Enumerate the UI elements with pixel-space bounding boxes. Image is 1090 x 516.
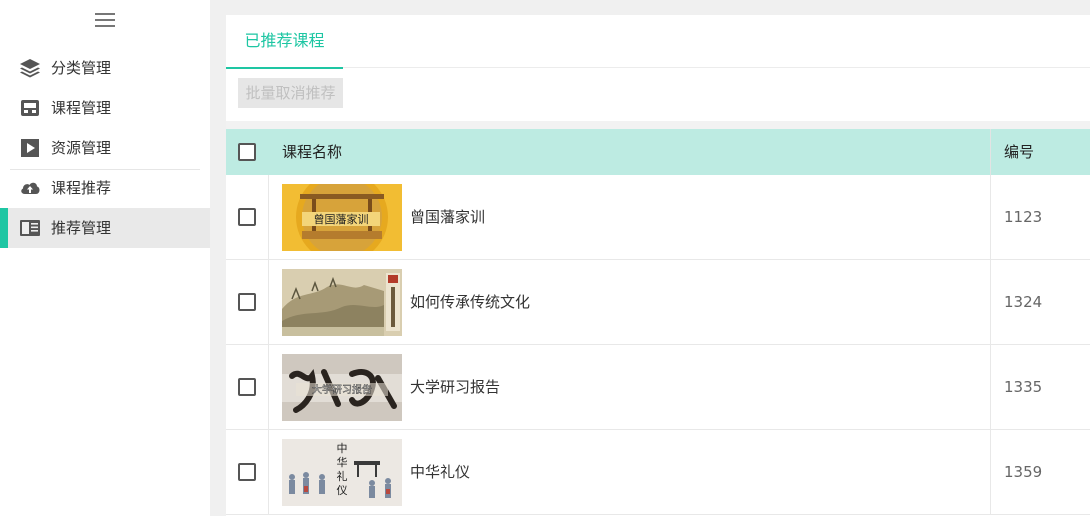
course-name[interactable]: 曾国藩家训 — [410, 175, 485, 260]
row-checkbox[interactable] — [238, 378, 256, 396]
tab-bar: 已推荐课程 — [226, 15, 1090, 69]
svg-text:华: 华 — [337, 455, 348, 469]
column-divider — [990, 129, 991, 175]
tab-label: 已推荐课程 — [244, 31, 325, 50]
book-icon — [20, 220, 40, 236]
column-header-name: 课程名称 — [282, 143, 343, 161]
sidebar-item-course[interactable]: 课程管理 — [0, 88, 210, 128]
cell-divider — [268, 345, 269, 430]
cell-divider — [268, 430, 269, 515]
layers-icon — [20, 59, 40, 78]
table-row[interactable]: 曾国藩家训 曾国藩家训 1123 — [226, 175, 1090, 260]
row-checkbox[interactable] — [238, 208, 256, 226]
course-id: 1335 — [1004, 378, 1043, 396]
cell-divider — [990, 260, 991, 345]
hamburger-icon[interactable] — [95, 13, 115, 27]
svg-text:仪: 仪 — [337, 484, 348, 497]
toolbar-divider — [226, 121, 1090, 129]
column-header-id: 编号 — [1004, 143, 1035, 161]
active-indicator — [0, 208, 8, 248]
course-id: 1324 — [1004, 293, 1043, 311]
cell-divider — [990, 345, 991, 430]
cell-divider — [990, 175, 991, 260]
row-checkbox[interactable] — [238, 463, 256, 481]
sidebar-item-recommend-manage[interactable]: 推荐管理 — [0, 208, 210, 248]
course-id: 1359 — [1004, 463, 1043, 481]
thumbnail-title: 大学研习报告 — [312, 383, 372, 396]
cell-divider — [990, 430, 991, 515]
svg-text:中: 中 — [337, 442, 348, 455]
sidebar-item-recommend-course[interactable]: 课程推荐 — [0, 168, 210, 208]
course-thumbnail: 大学研习报告 — [282, 354, 402, 421]
play-icon — [21, 139, 39, 157]
course-name[interactable]: 如何传承传统文化 — [410, 260, 530, 345]
cell-divider — [268, 175, 269, 260]
tab-recommended-courses[interactable]: 已推荐课程 — [226, 15, 343, 69]
course-name[interactable]: 中华礼仪 — [410, 430, 470, 515]
sidebar-item-label: 课程推荐 — [51, 179, 112, 197]
cell-divider — [268, 260, 269, 345]
main-panel: 已推荐课程 批量取消推荐 课程名称 编号 曾国藩家训 曾国藩家训 1123 如何… — [226, 15, 1090, 516]
sidebar: 分类管理 课程管理 资源管理 课程推荐 推荐管理 — [0, 0, 210, 516]
thumbnail-title: 曾国藩家训 — [314, 212, 369, 226]
svg-text:礼: 礼 — [337, 469, 348, 483]
select-all-checkbox[interactable] — [238, 143, 256, 161]
tab-active-underline — [226, 67, 343, 69]
sidebar-item-label: 课程管理 — [51, 99, 112, 117]
course-thumbnail: 中 华 礼 仪 — [282, 439, 402, 506]
batch-cancel-recommend-button[interactable]: 批量取消推荐 — [238, 78, 343, 108]
inbox-icon — [21, 100, 39, 116]
table-row[interactable]: 如何传承传统文化 1324 — [226, 260, 1090, 345]
sidebar-item-label: 分类管理 — [51, 59, 112, 77]
row-checkbox[interactable] — [238, 293, 256, 311]
sidebar-item-resource[interactable]: 资源管理 — [0, 128, 210, 168]
sidebar-item-label: 推荐管理 — [51, 219, 112, 237]
course-name[interactable]: 大学研习报告 — [410, 345, 500, 430]
sidebar-item-label: 资源管理 — [51, 139, 112, 157]
sidebar-item-category[interactable]: 分类管理 — [0, 48, 210, 88]
cloud-upload-icon — [21, 182, 40, 194]
table-row[interactable]: 大学研习报告 大学研习报告 1335 — [226, 345, 1090, 430]
table-row[interactable]: 中 华 礼 仪 中华礼仪 1359 — [226, 430, 1090, 515]
thumbnail-vertical-title: 中 华 礼 仪 — [337, 442, 348, 497]
course-thumbnail — [282, 269, 402, 336]
table-header: 课程名称 编号 — [226, 129, 1090, 175]
course-id: 1123 — [1004, 208, 1043, 226]
course-thumbnail: 曾国藩家训 — [282, 184, 402, 251]
